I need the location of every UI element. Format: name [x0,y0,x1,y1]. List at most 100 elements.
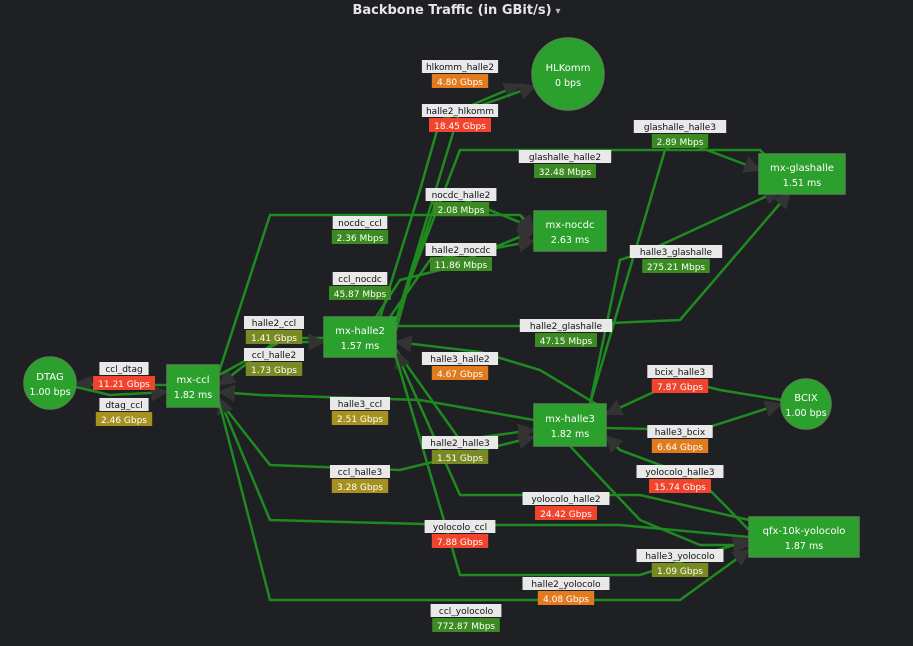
edge-label-halle2_glashalle[interactable]: halle2_glashalle 47.15 Mbps [519,319,613,347]
edge-label-halle3_ccl[interactable]: halle3_ccl 2.51 Gbps [330,397,390,425]
edge-value: 3.28 Gbps [337,483,383,493]
edge-label-dtag_ccl[interactable]: dtag_ccl 2.46 Gbps [95,398,153,426]
edge-value: 32.48 Mbps [539,168,592,178]
node-label: HLKomm [546,63,591,74]
edge-label-bcix_halle3[interactable]: bcix_halle3 7.87 Gbps [647,365,713,393]
edge-value: 1.73 Gbps [251,366,297,376]
edge-name: glashalle_halle2 [529,153,601,163]
edge-name: ccl_dtag [105,365,142,375]
node-value: 1.00 bps [785,408,826,419]
edge-name: halle3_bcix [655,428,706,438]
edge-value: 2.36 Mbps [337,234,384,244]
edge-name: nocdc_ccl [338,219,382,229]
edge-value: 275.21 Mbps [647,263,706,273]
edge-label-yolocolo_halle3[interactable]: yolocolo_halle3 15.74 Gbps [636,465,724,493]
edge-name: halle2_ccl [252,319,296,329]
node-value: 1.00 bps [29,387,70,398]
edge-label-yolocolo_ccl[interactable]: yolocolo_ccl 7.88 Gbps [424,520,496,548]
edge-label-ccl_halle3[interactable]: ccl_halle3 3.28 Gbps [330,465,390,493]
node-mx-nocdc[interactable]: mx-nocdc 2.63 ms [533,210,607,252]
node-bcix[interactable]: BCIX 1.00 bps [780,378,832,430]
edge-name: yolocolo_ccl [433,523,487,533]
edge-value: 6.64 Gbps [657,443,703,453]
node-dtag[interactable]: DTAG 1.00 bps [23,356,77,410]
edge-name: ccl_nocdc [338,275,382,285]
edge-value: 15.74 Gbps [654,483,706,493]
edge-name: dtag_ccl [105,401,142,411]
edge-label-halle2_halle3[interactable]: halle2_halle3 1.51 Gbps [421,436,499,464]
edge-label-halle2_nocdc[interactable]: halle2_nocdc 11.86 Mbps [425,243,497,271]
node-value: 1.82 ms [174,390,212,401]
node-shape [23,356,77,410]
edge-value: 11.21 Gbps [98,380,150,390]
edge-value: 47.15 Mbps [540,337,593,347]
edge-value: 2.89 Mbps [657,138,704,148]
edge-label-ccl_dtag[interactable]: ccl_dtag 11.21 Gbps [93,362,155,390]
edge-name: bcix_halle3 [655,368,705,378]
edge-name: halle2_glashalle [530,322,603,332]
edge-name: ccl_yolocolo [439,607,494,617]
node-label: mx-nocdc [545,220,594,231]
node-label: BCIX [794,393,818,404]
edge-label-halle2_hlkomm[interactable]: halle2_hlkomm 18.45 Gbps [421,104,499,132]
node-mx-halle2[interactable]: mx-halle2 1.57 ms [323,316,397,358]
edge-name: yolocolo_halle3 [645,468,714,478]
node-value: 1.51 ms [783,178,821,189]
edge-value: 4.80 Gbps [437,78,483,88]
edge-label-glashalle_halle2[interactable]: glashalle_halle2 32.48 Mbps [518,150,612,178]
edge-name: hlkomm_halle2 [426,63,494,73]
edge-name: yolocolo_halle2 [531,495,600,505]
edge-label-nocdc_halle2[interactable]: nocdc_halle2 2.08 Mbps [425,188,497,216]
node-label: qfx-10k-yolocolo [763,526,846,537]
edge-name: halle3_yolocolo [645,552,715,562]
node-shape [531,37,605,111]
edge-value: 11.86 Mbps [435,261,488,271]
node-value: 1.82 ms [551,429,589,440]
edge-label-halle3_bcix[interactable]: halle3_bcix 6.64 Gbps [647,425,713,453]
edge-name: halle3_halle2 [430,355,489,365]
node-mx-halle3[interactable]: mx-halle3 1.82 ms [533,403,607,447]
node-qfx[interactable]: qfx-10k-yolocolo 1.87 ms [748,516,860,558]
edge-name: glashalle_halle3 [644,123,716,133]
node-value: 1.57 ms [341,341,379,352]
edge-label-halle3_halle2[interactable]: halle3_halle2 4.67 Gbps [421,352,499,380]
network-graph: HLKomm 0 bps mx-glashalle 1.51 ms mx-nocdc 2.… [23,37,860,632]
edge-name: ccl_halle2 [252,351,296,361]
edge-label-halle2_ccl[interactable]: halle2_ccl 1.41 Gbps [244,316,304,344]
node-shape [780,378,832,430]
edge-label-yolocolo_halle2[interactable]: yolocolo_halle2 24.42 Gbps [522,492,610,520]
node-value: 2.63 ms [551,235,589,246]
node-mx-glashalle[interactable]: mx-glashalle 1.51 ms [758,153,846,195]
edge-value: 2.08 Mbps [438,206,485,216]
edge-label-hlkomm_halle2[interactable]: hlkomm_halle2 4.80 Gbps [421,60,499,88]
node-mx-ccl[interactable]: mx-ccl 1.82 ms [166,364,220,408]
edge-value: 2.46 Gbps [101,416,147,426]
edge-value: 7.88 Gbps [437,538,483,548]
edge-value: 4.67 Gbps [437,370,483,380]
node-label: mx-glashalle [770,163,834,174]
node-hlkomm[interactable]: HLKomm 0 bps [531,37,605,111]
edge-label-ccl_nocdc[interactable]: ccl_nocdc 45.87 Mbps [329,272,391,300]
edge-labels-layer: hlkomm_halle2 4.80 Gbps halle2_hlkomm 18.45… [93,60,727,632]
edge-name: halle2_yolocolo [531,580,601,590]
node-value: 0 bps [555,78,581,89]
edge-name: halle2_hlkomm [426,107,494,117]
edge-label-halle3_glashalle[interactable]: halle3_glashalle 275.21 Mbps [629,245,723,273]
edge-value: 45.87 Mbps [334,290,387,300]
edge-label-nocdc_ccl[interactable]: nocdc_ccl 2.36 Mbps [331,216,389,244]
edge-value: 7.87 Gbps [657,383,703,393]
edge-value: 772.87 Mbps [437,622,496,632]
edge-value: 2.51 Gbps [337,415,383,425]
edge-label-ccl_yolocolo[interactable]: ccl_yolocolo 772.87 Mbps [430,604,502,632]
edge-name: halle2_nocdc [432,246,491,256]
node-label: DTAG [36,372,63,383]
edge-name: halle2_halle3 [430,439,489,449]
edge-label-glashalle_halle3[interactable]: glashalle_halle3 2.89 Mbps [633,120,727,148]
edge-label-ccl_halle2[interactable]: ccl_halle2 1.73 Gbps [244,348,304,376]
node-label: mx-halle2 [335,326,385,337]
node-value: 1.87 ms [785,541,823,552]
edge-name: halle3_ccl [338,400,382,410]
node-label: mx-halle3 [545,414,595,425]
edge-name: halle3_glashalle [640,248,713,258]
edge-name: ccl_halle3 [338,468,382,478]
